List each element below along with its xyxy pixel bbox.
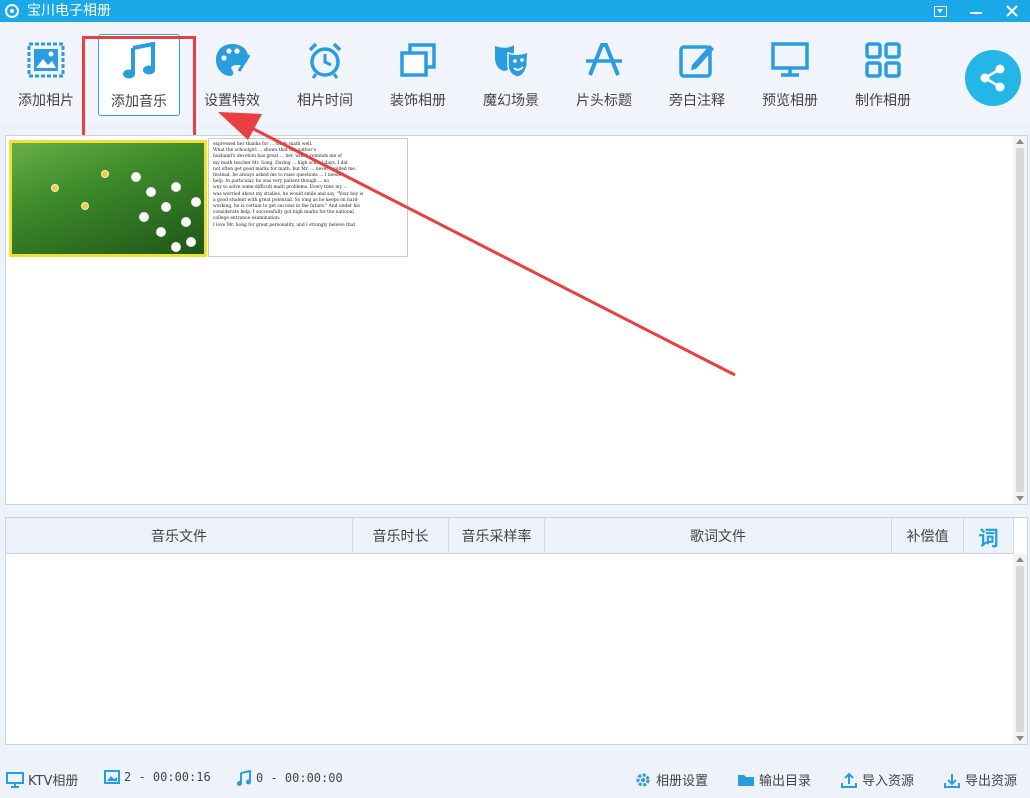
monitor-icon: [6, 771, 24, 788]
ktv-album-toggle[interactable]: KTV相册: [6, 770, 78, 789]
ktv-album-label: KTV相册: [28, 774, 79, 789]
scroll-down-icon[interactable]: [1016, 736, 1024, 741]
status-bar: KTV相册 2 - 00:00:16 0 - 00:00:00 相册设置 输出目…: [0, 760, 1030, 798]
toolbar-label: 设置特效: [204, 93, 260, 109]
scroll-down-icon[interactable]: [1016, 496, 1024, 501]
dropdown-icon: [933, 5, 947, 17]
music-note-icon: [237, 770, 251, 786]
menu-dropdown-button[interactable]: [922, 0, 958, 22]
main-toolbar: 添加相片 添加音乐 设置特效 相片时间 装饰相册 魔幻场景 片头标题 旁白注释 …: [0, 22, 1030, 150]
alarm-clock-icon: [305, 40, 345, 80]
photo-thumbnail-selected[interactable]: [9, 140, 207, 257]
music-list-panel: 音乐文件 音乐时长 音乐采样率 歌词文件 补偿值 词: [5, 517, 1028, 745]
grid-icon: [863, 40, 903, 80]
toolbar-label: 装饰相册: [390, 93, 446, 109]
stacked-frames-icon: [398, 40, 438, 80]
photo-time-button[interactable]: 相片时间: [285, 34, 365, 116]
toolbar-label: 添加相片: [18, 93, 74, 109]
column-lyric-file[interactable]: 歌词文件: [545, 518, 892, 554]
toolbar-label: 相片时间: [297, 93, 353, 109]
toolbar-label: 旁白注释: [669, 93, 725, 109]
toolbar-label: 片头标题: [576, 93, 632, 109]
make-album-button[interactable]: 制作相册: [843, 34, 923, 116]
close-button[interactable]: [994, 0, 1030, 22]
title-bar: 宝川电子相册: [0, 0, 1030, 22]
album-settings-label: 相册设置: [656, 774, 709, 789]
column-music-duration[interactable]: 音乐时长: [353, 518, 449, 554]
upload-icon: [841, 772, 857, 788]
import-resources-button[interactable]: 导入资源: [840, 770, 914, 789]
toolbar-label: 预览相册: [762, 93, 818, 109]
share-icon: [980, 64, 1005, 92]
narration-notes-button[interactable]: 旁白注释: [657, 34, 737, 116]
opening-title-button[interactable]: 片头标题: [564, 34, 644, 116]
set-effects-button[interactable]: 设置特效: [192, 34, 272, 116]
minimize-icon: [970, 12, 982, 14]
text-page-thumbnail[interactable]: expressed her thanks for ... study math …: [208, 138, 408, 257]
album-settings-button[interactable]: 相册设置: [634, 770, 708, 789]
download-icon: [944, 773, 960, 788]
close-icon: [1006, 5, 1018, 17]
music-count-status: 0 - 00:00:00: [236, 770, 343, 786]
photo-icon: [26, 40, 66, 80]
photo-panel-scrollbar[interactable]: [1013, 136, 1027, 504]
photo-count-status: 2 - 00:00:16: [104, 770, 211, 784]
music-panel-scrollbar[interactable]: [1013, 554, 1027, 744]
preview-album-button[interactable]: 预览相册: [750, 34, 830, 116]
output-directory-button[interactable]: 输出目录: [737, 770, 811, 789]
scroll-thumb[interactable]: [1016, 148, 1024, 492]
toolbar-label: 制作相册: [855, 93, 911, 109]
theater-masks-icon: [491, 40, 531, 80]
column-offset[interactable]: 补偿值: [892, 518, 964, 554]
music-table-header: 音乐文件 音乐时长 音乐采样率 歌词文件 补偿值 词: [6, 518, 1014, 554]
window-title: 宝川电子相册: [27, 3, 111, 19]
minimize-button[interactable]: [958, 0, 994, 22]
export-resources-button[interactable]: 导出资源: [943, 770, 1017, 789]
grass-flowers-image: [12, 143, 204, 254]
palette-icon: [212, 40, 252, 80]
scroll-up-icon[interactable]: [1016, 139, 1024, 144]
photo-count-label: 2 - 00:00:16: [124, 770, 211, 784]
column-sample-rate[interactable]: 音乐采样率: [449, 518, 545, 554]
window-controls: [922, 0, 1030, 22]
scroll-thumb[interactable]: [1016, 566, 1024, 732]
column-music-file[interactable]: 音乐文件: [6, 518, 353, 554]
output-directory-label: 输出目录: [759, 774, 812, 789]
folder-icon: [738, 774, 754, 786]
gear-icon: [636, 773, 650, 786]
magic-scene-button[interactable]: 魔幻场景: [471, 34, 551, 116]
title-a-icon: [584, 40, 624, 80]
import-resources-label: 导入资源: [862, 774, 915, 789]
photo-icon: [104, 770, 120, 784]
music-count-label: 0 - 00:00:00: [256, 771, 343, 785]
monitor-icon: [770, 40, 810, 80]
export-resources-label: 导出资源: [965, 774, 1018, 789]
app-logo-icon: [5, 4, 19, 18]
add-photo-button[interactable]: 添加相片: [6, 34, 86, 116]
lyric-icon[interactable]: 词: [964, 518, 1014, 554]
edit-note-icon: [677, 40, 717, 80]
scroll-up-icon[interactable]: [1016, 557, 1024, 562]
annotation-highlight-box: [82, 36, 196, 150]
decorate-album-button[interactable]: 装饰相册: [378, 34, 458, 116]
text-line: I love Mr. Song for great personality, a…: [213, 222, 356, 228]
share-button[interactable]: [965, 50, 1021, 106]
photo-list-panel: expressed her thanks for ... study math …: [5, 135, 1028, 505]
toolbar-label: 魔幻场景: [483, 93, 539, 109]
